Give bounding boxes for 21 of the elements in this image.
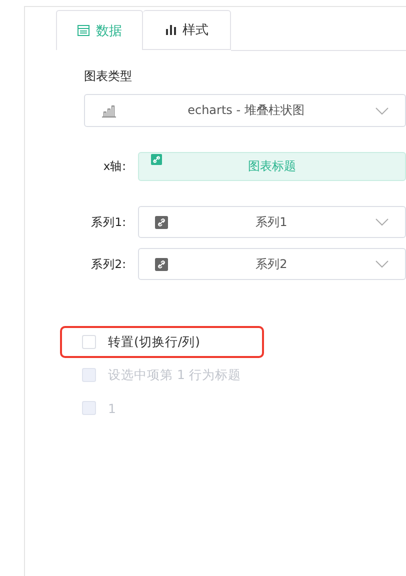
link-icon (155, 258, 168, 270)
checkbox-label: 1 (108, 400, 116, 416)
chevron-down-icon (375, 218, 389, 226)
tab[interactable]: 样式 (143, 10, 231, 50)
checkbox-label: 转置(切换行/列) (108, 334, 200, 350)
field-label: 系列1: (90, 214, 127, 230)
bar-chart-icon (101, 104, 117, 118)
field-label: x轴: (102, 159, 127, 174)
series-select[interactable]: 系列1 (138, 206, 406, 238)
chart-type-select[interactable]: echarts - 堆叠柱状图 (84, 94, 406, 127)
link-icon (155, 216, 168, 228)
calendar-icon (77, 24, 90, 37)
checkbox[interactable] (82, 335, 96, 349)
checkbox-label: 设选中项第 1 行为标题 (108, 366, 241, 384)
bar-chart-icon (164, 24, 176, 36)
series-select[interactable]: 系列2 (138, 248, 406, 280)
field-label: 系列2: (90, 256, 127, 272)
link-icon (151, 154, 162, 165)
field-label: 图表类型 (84, 68, 133, 85)
chevron-down-icon (375, 106, 389, 114)
chevron-down-icon (375, 260, 389, 268)
